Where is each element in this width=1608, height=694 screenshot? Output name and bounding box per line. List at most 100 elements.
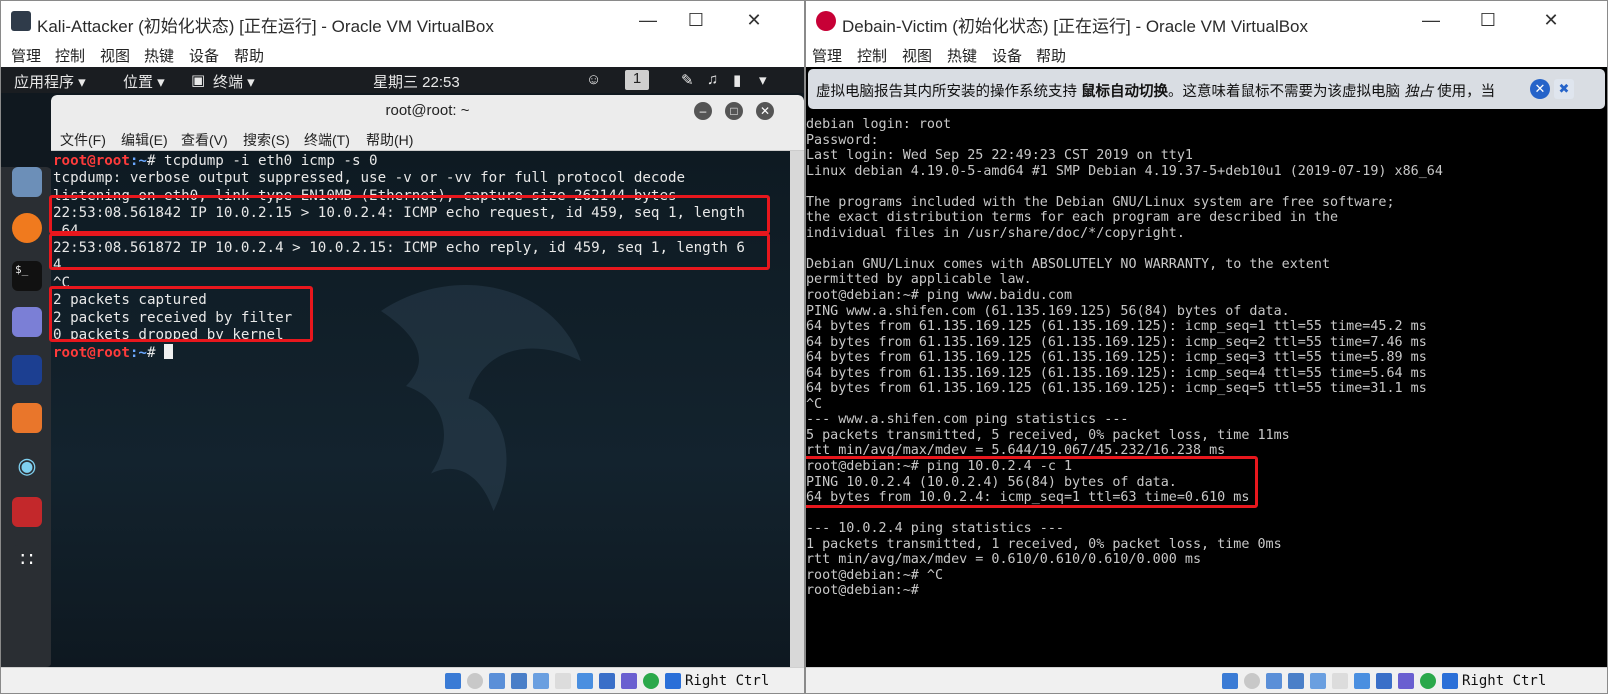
- menu-manage[interactable]: 管理: [11, 45, 41, 66]
- kali-dock: $_ ◉ ∷: [1, 167, 52, 667]
- firefox-icon[interactable]: [12, 213, 42, 243]
- console-line: --- 10.0.2.4 ping statistics ---: [806, 521, 1064, 537]
- recording-icon[interactable]: [1376, 673, 1392, 689]
- menu-control[interactable]: 控制: [55, 45, 85, 66]
- debian-vbox-window: Debain-Victim (初始化状态) [正在运行] - Oracle VM…: [805, 0, 1608, 694]
- terminal-output[interactable]: root@root:~# tcpdump -i eth0 icmp -s 0 tc…: [51, 151, 790, 669]
- burpsuite-icon[interactable]: [12, 403, 42, 433]
- recording-icon[interactable]: [599, 673, 615, 689]
- shared-folders-icon[interactable]: [555, 673, 571, 689]
- window-titlebar[interactable]: Kali-Attacker (初始化状态) [正在运行] - Oracle VM…: [1, 1, 804, 39]
- close-notice-icon[interactable]: ✕: [1530, 79, 1550, 99]
- menu-view[interactable]: 视图: [100, 45, 130, 66]
- optical-drive-icon[interactable]: [1244, 673, 1260, 689]
- audio-icon[interactable]: [1266, 673, 1282, 689]
- hdd-icon[interactable]: [1222, 673, 1238, 689]
- terminal-menubar: 文件(F) 编辑(E) 查看(V) 搜索(S) 终端(T) 帮助(H): [51, 127, 804, 151]
- term-menu-help[interactable]: 帮助(H): [366, 130, 413, 150]
- kali-guest-display[interactable]: 应用程序 ▾ 位置 ▾ ▣ 终端 ▾ 星期三 22:53 ☺ 1 ✎ ♫ ▮ ▾…: [1, 67, 804, 669]
- debian-guest-display[interactable]: 虚拟电脑报告其内所安装的操作系统支持 鼠标自动切换。这意味着鼠标不需要为该虚拟电…: [806, 67, 1607, 669]
- dismiss-forever-icon[interactable]: ✖: [1554, 79, 1574, 99]
- notes-icon[interactable]: [12, 307, 42, 337]
- panel-clock[interactable]: 星期三 22:53: [373, 71, 460, 92]
- battery-icon[interactable]: ▮: [733, 71, 741, 89]
- vt-icon[interactable]: [1398, 673, 1414, 689]
- term-menu-file[interactable]: 文件(F): [60, 130, 106, 150]
- terminal-line: 2 packets received by filter: [53, 309, 293, 326]
- minimize-icon[interactable]: –: [694, 102, 712, 120]
- debian-console[interactable]: debian login: root Password: Last login: W…: [806, 117, 1443, 599]
- term-menu-view[interactable]: 查看(V): [181, 130, 228, 150]
- vbox-statusbar: Right Ctrl: [1, 667, 804, 693]
- console-line: --- www.a.shifen.com ping statistics ---: [806, 412, 1129, 428]
- metasploit-icon[interactable]: [12, 355, 42, 385]
- minimize-button[interactable]: —: [628, 7, 668, 33]
- terminal-app-icon[interactable]: $_: [12, 261, 42, 291]
- mouse-integration-icon[interactable]: [1420, 673, 1436, 689]
- people-icon[interactable]: ☺: [586, 71, 601, 88]
- network-icon[interactable]: [511, 673, 527, 689]
- menu-hotkey[interactable]: 热键: [144, 45, 174, 66]
- console-line: PING 10.0.2.4 (10.0.2.4) 56(84) bytes of…: [806, 474, 1177, 490]
- host-key-label: Right Ctrl: [685, 673, 770, 689]
- usb-icon[interactable]: [533, 673, 549, 689]
- menu-devices[interactable]: 设备: [992, 45, 1022, 66]
- shared-folders-icon[interactable]: [1332, 673, 1348, 689]
- hdd-icon[interactable]: [445, 673, 461, 689]
- pen-icon[interactable]: ✎: [681, 71, 694, 89]
- applications-menu[interactable]: 应用程序 ▾: [14, 71, 86, 92]
- menu-control[interactable]: 控制: [857, 45, 887, 66]
- menu-hotkey[interactable]: 热键: [947, 45, 977, 66]
- console-line: root@debian:~#: [806, 583, 919, 599]
- close-button[interactable]: ✕: [1531, 7, 1571, 33]
- optical-drive-icon[interactable]: [467, 673, 483, 689]
- menu-view[interactable]: 视图: [902, 45, 932, 66]
- keyboard-capture-icon[interactable]: [665, 673, 681, 689]
- window-titlebar[interactable]: Debain-Victim (初始化状态) [正在运行] - Oracle VM…: [806, 1, 1607, 39]
- chevron-down-icon[interactable]: ▾: [759, 71, 767, 89]
- workspace-indicator[interactable]: 1: [625, 70, 649, 90]
- term-menu-edit[interactable]: 编辑(E): [121, 130, 168, 150]
- vbox-menubar: 管理 控制 视图 热键 设备 帮助: [1, 41, 804, 67]
- console-line: 5 packets transmitted, 5 received, 0% pa…: [806, 427, 1290, 443]
- terminal-line: 22:53:08.561872 IP 10.0.2.4 > 10.0.2.15:…: [53, 240, 745, 257]
- terminal-line: 0 packets dropped by kernel: [53, 327, 284, 344]
- menu-help[interactable]: 帮助: [234, 45, 264, 66]
- eye-icon[interactable]: ◉: [12, 451, 42, 481]
- display-icon[interactable]: [577, 673, 593, 689]
- mouse-integration-icon[interactable]: [643, 673, 659, 689]
- menu-devices[interactable]: 设备: [189, 45, 219, 66]
- virtualbox-icon: [11, 11, 31, 31]
- maximize-button[interactable]: ☐: [676, 7, 716, 33]
- app-grid-icon[interactable]: ∷: [12, 545, 42, 575]
- terminal-title: root@root: ~: [385, 102, 470, 119]
- terminal-menu[interactable]: 终端 ▾: [213, 71, 255, 92]
- maximize-button[interactable]: ☐: [1468, 7, 1508, 33]
- terminal-line: listening on eth0, link-type EN10MB (Eth…: [53, 187, 677, 204]
- minimize-button[interactable]: —: [1411, 7, 1451, 33]
- display-icon[interactable]: [1354, 673, 1370, 689]
- keyboard-capture-icon[interactable]: [1442, 673, 1458, 689]
- close-icon[interactable]: ✕: [756, 102, 774, 120]
- terminal-window[interactable]: root@root: ~ – □ ✕ 文件(F) 编辑(E) 查看(V) 搜索(…: [51, 95, 804, 669]
- terminal-titlebar[interactable]: root@root: ~ – □ ✕: [51, 95, 804, 127]
- close-button[interactable]: ✕: [734, 7, 774, 33]
- terminal-scrollbar[interactable]: [790, 151, 804, 669]
- maximize-icon[interactable]: □: [725, 102, 743, 120]
- term-menu-terminal[interactable]: 终端(T): [304, 130, 350, 150]
- usb-icon[interactable]: [1310, 673, 1326, 689]
- vt-icon[interactable]: [621, 673, 637, 689]
- term-menu-search[interactable]: 搜索(S): [243, 130, 290, 150]
- console-line: Debian GNU/Linux comes with ABSOLUTELY N…: [806, 256, 1331, 272]
- files-icon[interactable]: [12, 167, 42, 197]
- audio-icon[interactable]: [489, 673, 505, 689]
- places-menu[interactable]: 位置 ▾: [123, 71, 165, 92]
- network-icon[interactable]: [1288, 673, 1304, 689]
- volume-icon[interactable]: ♫: [707, 71, 718, 88]
- terminal-line-prompt: root@root:~#: [53, 344, 788, 362]
- menu-manage[interactable]: 管理: [812, 45, 842, 66]
- text-cursor: [164, 344, 174, 360]
- menu-help[interactable]: 帮助: [1036, 45, 1066, 66]
- cherrytree-icon[interactable]: [12, 497, 42, 527]
